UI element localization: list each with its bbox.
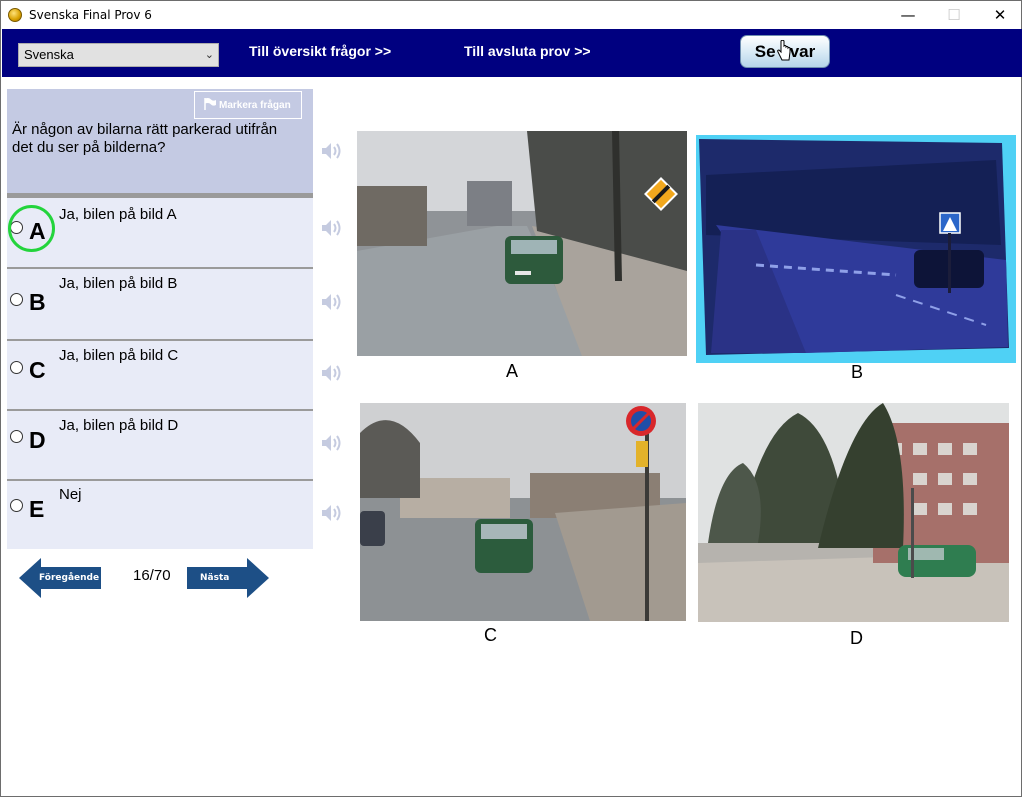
app-window: Svenska Final Prov 6 — ☐ ✕ Svenska ⌄ Til… xyxy=(0,0,1022,797)
app-icon xyxy=(8,8,22,22)
mark-question-button[interactable]: Markera frågan xyxy=(194,91,302,119)
speaker-icon[interactable] xyxy=(319,290,343,314)
minimize-button[interactable]: — xyxy=(885,1,931,29)
speaker-icon[interactable] xyxy=(319,501,343,525)
picture-a-label: A xyxy=(506,361,519,381)
radio-button[interactable] xyxy=(10,361,23,374)
close-button[interactable]: ✕ xyxy=(977,1,1022,29)
option-text: Ja, bilen på bild C xyxy=(59,347,179,364)
option-text: Ja, bilen på bild A xyxy=(59,206,177,223)
option-letter: B xyxy=(29,289,46,315)
option-letter: D xyxy=(29,427,46,453)
speaker-icon[interactable] xyxy=(319,216,343,240)
next-button[interactable]: Nästa xyxy=(187,558,269,598)
language-select[interactable]: Svenska ⌄ xyxy=(18,43,219,67)
picture-c-label: C xyxy=(484,625,497,645)
picture-b-label: B xyxy=(851,362,864,382)
option-letter: C xyxy=(29,357,46,383)
option-letter: A xyxy=(29,218,46,244)
overview-questions-link[interactable]: Till översikt frågor >> xyxy=(249,43,391,59)
chevron-down-icon: ⌄ xyxy=(204,49,214,61)
speaker-icon[interactable] xyxy=(319,139,343,163)
speaker-icon[interactable] xyxy=(319,431,343,455)
picture-b xyxy=(696,135,1016,363)
hand-cursor-icon xyxy=(777,40,791,61)
question-panel: Markera frågan Är någon av bilarna rätt … xyxy=(7,89,313,195)
radio-button[interactable] xyxy=(10,293,23,306)
radio-button[interactable] xyxy=(10,499,23,512)
mark-question-label: Markera frågan xyxy=(219,99,291,111)
picture-d xyxy=(698,403,1009,622)
question-text: Är någon av bilarna rätt parkerad utifrå… xyxy=(12,121,278,156)
option-text: Nej xyxy=(59,486,82,503)
finish-test-link[interactable]: Till avsluta prov >> xyxy=(464,43,591,59)
answer-option-c[interactable]: C Ja, bilen på bild C xyxy=(7,341,313,411)
answer-option-d[interactable]: D Ja, bilen på bild D xyxy=(7,411,313,481)
option-letter: E xyxy=(29,496,45,522)
answer-option-a[interactable]: A Ja, bilen på bild A xyxy=(7,198,313,269)
language-select-value: Svenska xyxy=(24,47,74,62)
window-title: Svenska Final Prov 6 xyxy=(29,8,152,22)
top-navigation-bar: Svenska ⌄ Till översikt frågor >> Till a… xyxy=(2,29,1022,77)
picture-a xyxy=(357,131,687,356)
picture-d-label: D xyxy=(850,628,863,648)
maximize-button[interactable]: ☐ xyxy=(931,1,977,29)
title-bar: Svenska Final Prov 6 — ☐ ✕ xyxy=(1,1,1021,29)
radio-button[interactable] xyxy=(10,430,23,443)
flag-icon xyxy=(204,97,216,110)
speaker-icon[interactable] xyxy=(319,361,343,385)
option-text: Ja, bilen på bild D xyxy=(59,417,179,434)
previous-button[interactable]: Föregående xyxy=(19,558,101,598)
option-text: Ja, bilen på bild B xyxy=(59,275,178,292)
answer-option-e[interactable]: E Nej xyxy=(7,481,313,549)
previous-label: Föregående xyxy=(39,573,100,583)
next-label: Nästa xyxy=(200,573,230,583)
question-counter: 16/70 xyxy=(133,567,171,584)
answer-option-b[interactable]: B Ja, bilen på bild B xyxy=(7,269,313,341)
picture-c xyxy=(360,403,686,621)
